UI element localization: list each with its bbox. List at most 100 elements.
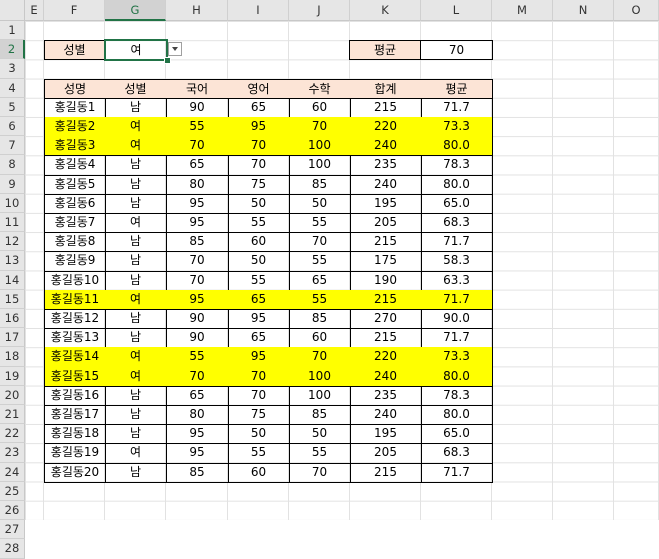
column-header-f[interactable]: F [44, 0, 105, 21]
row-header-10[interactable]: 10 [0, 193, 25, 213]
row-header-4[interactable]: 4 [0, 78, 25, 98]
table-cell: 여 [105, 289, 167, 310]
table-cell: 80.0 [421, 136, 493, 157]
table-cell: 95 [228, 309, 290, 330]
row-header-11[interactable]: 11 [0, 213, 25, 233]
row-header-5[interactable]: 5 [0, 97, 25, 117]
table-cell: 90.0 [421, 309, 493, 330]
fill-handle[interactable] [164, 57, 171, 64]
table-cell: 195 [350, 193, 422, 214]
table-cell: 58.3 [421, 251, 493, 272]
row-header-15[interactable]: 15 [0, 289, 25, 309]
table-cell: 홍길동18 [44, 424, 106, 445]
column-header-o[interactable]: O [614, 0, 659, 21]
column-header-m[interactable]: M [492, 0, 553, 21]
row-header-21[interactable]: 21 [0, 405, 25, 425]
table-cell: 60 [289, 328, 351, 349]
row-header-9[interactable]: 9 [0, 174, 25, 194]
table-cell: 60 [289, 97, 351, 118]
row-header-18[interactable]: 18 [0, 347, 25, 367]
table-cell: 홍길동11 [44, 289, 106, 310]
table-cell: 75 [228, 174, 290, 195]
column-header-k[interactable]: K [350, 0, 421, 21]
table-cell: 175 [350, 251, 422, 272]
table-cell: 73.3 [421, 347, 493, 368]
table-cell: 78.3 [421, 155, 493, 176]
table-cell: 70 [166, 251, 229, 272]
average-label: 평균 [349, 40, 421, 60]
table-cell: 190 [350, 270, 422, 291]
gender-filter-cell[interactable]: 여 [104, 39, 168, 61]
table-cell: 남 [105, 97, 167, 118]
table-cell: 홍길동7 [44, 213, 106, 234]
row-header-17[interactable]: 17 [0, 328, 25, 348]
table-cell: 여 [105, 136, 167, 157]
row-header-8[interactable]: 8 [0, 155, 25, 175]
table-cell: 남 [105, 193, 167, 214]
row-header-23[interactable]: 23 [0, 443, 25, 463]
table-cell: 205 [350, 213, 422, 234]
column-header-i[interactable]: I [228, 0, 289, 21]
table-cell: 235 [350, 155, 422, 176]
row-header-25[interactable]: 25 [0, 481, 25, 501]
table-cell: 65 [166, 155, 229, 176]
table-cell: 55 [289, 251, 351, 272]
table-cell: 남 [105, 174, 167, 195]
row-header-20[interactable]: 20 [0, 385, 25, 405]
table-cell: 70 [228, 155, 290, 176]
table-cell: 여 [105, 366, 167, 387]
table-cell: 50 [228, 251, 290, 272]
row-header-2[interactable]: 2 [0, 40, 25, 60]
column-header-n[interactable]: N [553, 0, 614, 21]
row-header-27[interactable]: 27 [0, 520, 25, 540]
table-cell: 270 [350, 309, 422, 330]
row-header-6[interactable]: 6 [0, 117, 25, 137]
row-header-1[interactable]: 1 [0, 21, 25, 41]
column-header-j[interactable]: J [289, 0, 350, 21]
table-cell: 80 [166, 174, 229, 195]
gender-dropdown-button[interactable] [168, 42, 182, 56]
table-cell: 홍길동14 [44, 347, 106, 368]
table-header-cell: 합계 [350, 78, 422, 99]
table-cell: 75 [228, 405, 290, 426]
column-header-e[interactable]: E [25, 0, 44, 21]
column-header-h[interactable]: H [166, 0, 228, 21]
column-header-g[interactable]: G [105, 0, 166, 21]
table-header-cell: 영어 [228, 78, 290, 99]
table-cell: 70 [289, 462, 351, 483]
table-cell: 71.7 [421, 289, 493, 310]
table-header-cell: 성별 [105, 78, 167, 99]
table-cell: 85 [289, 174, 351, 195]
table-cell: 90 [166, 309, 229, 330]
table-cell: 남 [105, 309, 167, 330]
table-cell: 홍길동2 [44, 117, 106, 138]
row-header-7[interactable]: 7 [0, 136, 25, 156]
row-header-3[interactable]: 3 [0, 59, 25, 79]
table-cell: 240 [350, 174, 422, 195]
row-header-14[interactable]: 14 [0, 270, 25, 290]
table-cell: 85 [289, 405, 351, 426]
row-header-16[interactable]: 16 [0, 309, 25, 329]
table-cell: 홍길동17 [44, 405, 106, 426]
table-cell: 80.0 [421, 174, 493, 195]
row-header-28[interactable]: 28 [0, 539, 25, 559]
row-header-13[interactable]: 13 [0, 251, 25, 271]
table-cell: 남 [105, 405, 167, 426]
table-cell: 65.0 [421, 424, 493, 445]
row-header-12[interactable]: 12 [0, 232, 25, 252]
table-cell: 여 [105, 347, 167, 368]
table-cell: 85 [166, 462, 229, 483]
column-header-l[interactable]: L [421, 0, 492, 21]
grid-line [613, 21, 614, 520]
table-header-cell: 평균 [421, 78, 493, 99]
table-cell: 240 [350, 136, 422, 157]
select-all-corner[interactable] [0, 0, 25, 21]
row-header-22[interactable]: 22 [0, 424, 25, 444]
table-header-cell: 국어 [166, 78, 229, 99]
row-header-24[interactable]: 24 [0, 462, 25, 482]
row-header-26[interactable]: 26 [0, 501, 25, 521]
row-header-19[interactable]: 19 [0, 366, 25, 386]
table-cell: 60 [228, 232, 290, 253]
table-cell: 90 [166, 328, 229, 349]
table-cell: 90 [166, 97, 229, 118]
